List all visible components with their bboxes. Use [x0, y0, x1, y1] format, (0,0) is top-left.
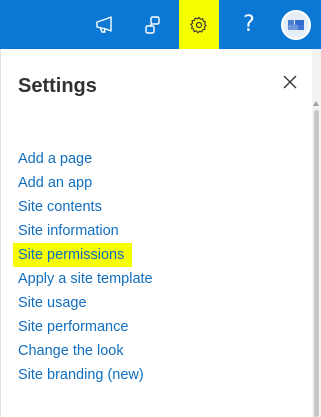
close-icon [283, 75, 297, 89]
menu-item-change-the-look[interactable]: Change the look [13, 339, 158, 363]
menu-item-site-usage[interactable]: Site usage [13, 291, 158, 315]
whats-new-button[interactable] [83, 0, 127, 49]
panel-title: Settings [18, 75, 97, 97]
menu-item-site-permissions[interactable]: Site permissions [13, 243, 133, 267]
menu-item-site-contents[interactable]: Site contents [13, 195, 158, 219]
menu-item-add-a-page[interactable]: Add a page [13, 147, 158, 171]
scroll-up-arrow[interactable] [313, 101, 319, 106]
help-icon: ? [243, 11, 255, 37]
settings-menu: Add a page Add an app Site contents Site in… [13, 147, 158, 387]
account-button[interactable] [274, 0, 318, 49]
scrollbar[interactable] [312, 49, 321, 417]
scroll-thumb[interactable] [314, 110, 319, 417]
menu-item-add-an-app[interactable]: Add an app [13, 171, 158, 195]
help-button[interactable]: ? [227, 0, 271, 49]
menu-item-site-performance[interactable]: Site performance [13, 315, 158, 339]
avatar [281, 9, 311, 40]
menu-item-site-information[interactable]: Site information [13, 219, 158, 243]
close-button[interactable] [279, 71, 301, 93]
gear-icon [190, 16, 207, 33]
menu-item-apply-a-site-template[interactable]: Apply a site template [13, 267, 158, 291]
settings-button[interactable] [179, 0, 219, 49]
suite-header: ? [0, 0, 321, 49]
share-button[interactable] [131, 0, 175, 49]
share-icon [145, 15, 160, 34]
menu-item-site-branding-new[interactable]: Site branding (new) [13, 363, 158, 387]
settings-panel: Settings Add a page Add an app Site conten… [0, 49, 313, 417]
megaphone-icon [96, 15, 112, 33]
